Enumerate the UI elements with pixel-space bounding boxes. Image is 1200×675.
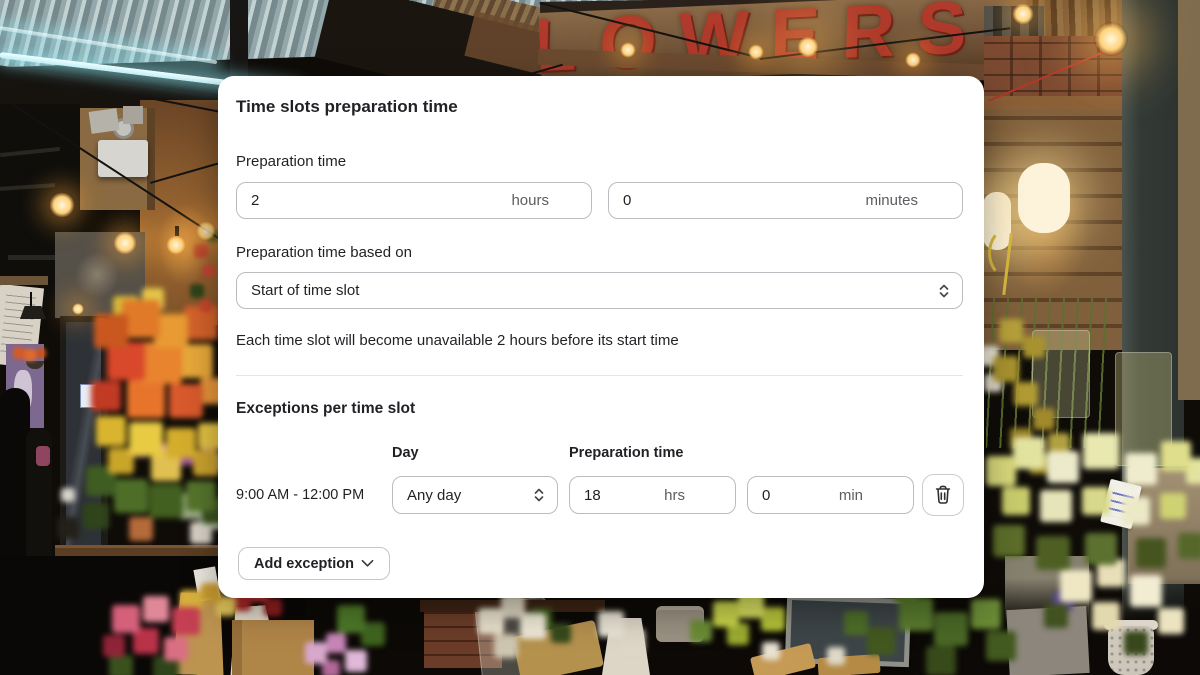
- exception-hours-field[interactable]: hrs: [569, 476, 736, 514]
- add-exception-label: Add exception: [254, 556, 354, 572]
- chevron-down-icon: [361, 559, 374, 568]
- time-slots-preparation-dialog: Time slots preparation time Preparation …: [218, 76, 984, 598]
- helper-text: Each time slot will become unavailable 2…: [236, 332, 679, 349]
- exception-minutes-input[interactable]: [748, 487, 839, 504]
- prep-minutes-input[interactable]: [609, 192, 865, 209]
- exception-minutes-suffix: min: [839, 487, 913, 504]
- exception-hours-suffix: hrs: [664, 487, 735, 504]
- trash-icon: [933, 485, 953, 505]
- add-exception-button[interactable]: Add exception: [238, 547, 390, 580]
- based-on-selected-value: Start of time slot: [251, 282, 359, 299]
- exception-hours-input[interactable]: [570, 487, 664, 504]
- exception-minutes-field[interactable]: min: [747, 476, 914, 514]
- day-column-header: Day: [392, 445, 419, 461]
- dialog-title: Time slots preparation time: [236, 97, 458, 117]
- exception-day-value: Any day: [407, 487, 461, 504]
- prep-time-column-header: Preparation time: [569, 445, 683, 461]
- exception-time-slot: 9:00 AM - 12:00 PM: [236, 476, 364, 514]
- prep-hours-input[interactable]: [237, 192, 511, 209]
- exceptions-heading: Exceptions per time slot: [236, 400, 415, 418]
- section-divider: [236, 375, 963, 376]
- based-on-select[interactable]: Start of time slot: [236, 272, 963, 309]
- based-on-label: Preparation time based on: [236, 244, 412, 261]
- updown-chevron-icon: [533, 487, 545, 503]
- prep-minutes-field[interactable]: minutes: [608, 182, 963, 219]
- exception-day-select[interactable]: Any day: [392, 476, 558, 514]
- delete-exception-button[interactable]: [922, 474, 964, 516]
- prep-minutes-suffix: minutes: [865, 192, 962, 209]
- prep-hours-field[interactable]: hours: [236, 182, 592, 219]
- preparation-time-label: Preparation time: [236, 153, 346, 170]
- updown-chevron-icon: [938, 283, 950, 299]
- prep-hours-suffix: hours: [511, 192, 591, 209]
